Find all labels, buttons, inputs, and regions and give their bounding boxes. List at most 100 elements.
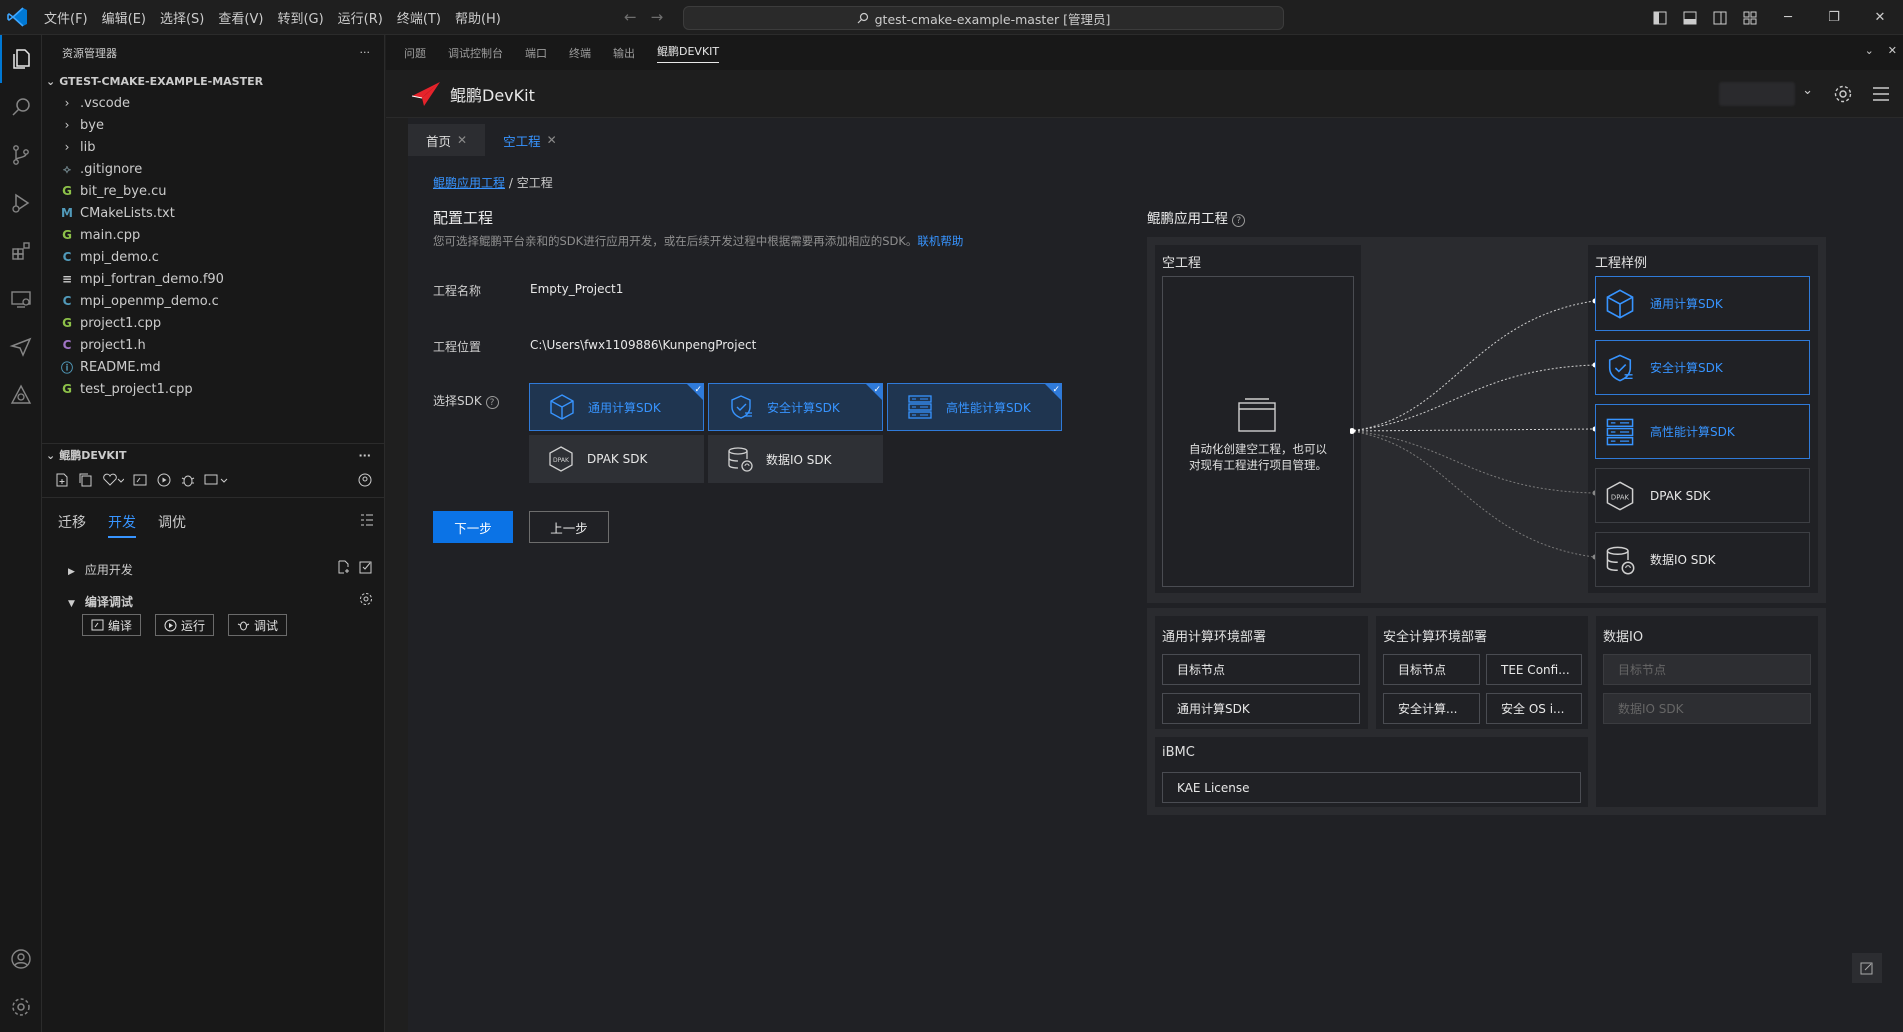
more-actions-icon[interactable]: ··· [358, 449, 371, 462]
tree-file[interactable]: ≡ mpi_fortran_demo.f90 [42, 268, 384, 290]
copy-file-icon[interactable] [78, 472, 94, 492]
more-actions-icon[interactable]: ··· [360, 46, 371, 59]
close-icon[interactable]: ✕ [457, 133, 467, 147]
sample-card-dataio[interactable]: 数据IO SDK [1595, 532, 1810, 587]
sdk-card-general[interactable]: 通用计算SDK ✓ [529, 383, 704, 431]
breadcrumb-link[interactable]: 鲲鹏应用工程 [433, 176, 505, 190]
compile-button[interactable]: 编译 [82, 614, 142, 636]
forward-arrow-icon[interactable]: → [651, 8, 664, 26]
online-help-link[interactable]: 联机帮助 [917, 234, 963, 248]
customize-layout-icon[interactable] [1740, 8, 1760, 28]
feedback-button[interactable] [1852, 953, 1882, 983]
tab-debug-console[interactable]: 调试控制台 [448, 45, 503, 61]
account-icon[interactable] [357, 472, 373, 492]
accounts-icon[interactable] [0, 935, 42, 983]
menu-run[interactable]: 运行(R) [332, 4, 389, 31]
explorer-icon[interactable] [0, 35, 42, 83]
sample-card-secure[interactable]: 安全计算SDK [1595, 340, 1810, 395]
settings-gear-icon[interactable] [359, 592, 373, 610]
run-icon[interactable] [156, 472, 172, 492]
tree-item-app-dev[interactable]: ▶ 应用开发 [42, 558, 385, 580]
toggle-panel-icon[interactable] [1680, 8, 1700, 28]
command-center[interactable]: gtest-cmake-example-master [管理员] [683, 6, 1284, 30]
extensions-icon[interactable] [0, 227, 42, 275]
help-circle-icon[interactable]: ? [1232, 214, 1246, 227]
search-icon[interactable] [0, 83, 42, 131]
sdk-card-hpc[interactable]: 高性能计算SDK ✓ [887, 383, 1062, 431]
list-view-icon[interactable] [359, 512, 375, 538]
settings-gear-icon[interactable] [1833, 84, 1853, 108]
manage-gear-icon[interactable] [0, 983, 42, 1031]
chevron-down-icon[interactable]: ⌄ [1802, 83, 1813, 98]
page-tab-empty-project[interactable]: 空工程 ✕ [485, 124, 575, 156]
env-secure-target-node[interactable]: 目标节点 [1383, 654, 1480, 685]
menu-go[interactable]: 转到(G) [271, 4, 329, 31]
menu-selection[interactable]: 选择(S) [154, 4, 210, 31]
run-debug-icon[interactable] [0, 179, 42, 227]
tree-file[interactable]: Gproject1.cpp [42, 312, 384, 334]
sample-card-hpc[interactable]: 高性能计算SDK [1595, 404, 1810, 459]
sample-card-general[interactable]: 通用计算SDK [1595, 276, 1810, 331]
sdk-card-secure[interactable]: 安全计算SDK ✓ [708, 383, 883, 431]
menu-view[interactable]: 查看(V) [212, 4, 269, 31]
env-secure-tee-config[interactable]: TEE Confi... [1486, 654, 1582, 685]
tree-file[interactable]: ⓘ README.md [42, 356, 384, 378]
tree-file[interactable]: Cmpi_openmp_demo.c [42, 290, 384, 312]
restore-button[interactable]: ❐ [1811, 0, 1857, 35]
tab-develop[interactable]: 开发 [108, 512, 136, 538]
tab-problems[interactable]: 问题 [404, 45, 426, 61]
tree-folder[interactable]: › .vscode [42, 92, 384, 114]
previous-step-button[interactable]: 上一步 [529, 511, 609, 543]
tab-ports[interactable]: 端口 [525, 45, 547, 61]
close-panel-icon[interactable]: ✕ [1888, 44, 1897, 57]
next-step-button[interactable]: 下一步 [433, 511, 513, 543]
tree-file[interactable]: Gmain.cpp [42, 224, 384, 246]
env-general-target-node[interactable]: 目标节点 [1162, 654, 1360, 685]
devkit-section-header[interactable]: ⌄ 鲲鹏DEVKIT ··· [42, 444, 385, 466]
toggle-secondary-sidebar-icon[interactable] [1710, 8, 1730, 28]
tree-file[interactable]: Cproject1.h [42, 334, 384, 356]
heart-icon[interactable] [102, 472, 125, 492]
env-general-sdk[interactable]: 通用计算SDK [1162, 693, 1360, 724]
help-circle-icon[interactable]: ? [485, 396, 499, 409]
close-icon[interactable]: ✕ [547, 133, 557, 147]
toggle-sidebar-icon[interactable] [1650, 8, 1670, 28]
debug-button[interactable]: 调试 [228, 614, 288, 636]
new-project-icon[interactable] [337, 560, 351, 578]
tree-file[interactable]: Gtest_project1.cpp [42, 378, 384, 400]
tab-terminal[interactable]: 终端 [569, 45, 591, 61]
tree-file[interactable]: Gbit_re_bye.cu [42, 180, 384, 202]
chevron-down-icon[interactable]: ⌄ [1865, 44, 1874, 57]
env-secure-os[interactable]: 安全 OS i... [1486, 693, 1582, 724]
tree-file[interactable]: ⟡ .gitignore [42, 158, 384, 180]
open-project-icon[interactable] [359, 560, 373, 578]
menu-edit[interactable]: 编辑(E) [96, 4, 152, 31]
close-window-button[interactable]: ✕ [1857, 0, 1903, 35]
kunpeng-tools-icon[interactable] [0, 371, 42, 419]
tree-folder[interactable]: › lib [42, 136, 384, 158]
sdk-card-dataio[interactable]: 数据IO SDK [708, 435, 883, 483]
deploy-icon[interactable] [204, 472, 228, 492]
tab-migrate[interactable]: 迁移 [58, 512, 86, 538]
tree-item-build-debug[interactable]: ▼ 编译调试 [42, 590, 385, 612]
tree-file[interactable]: M CMakeLists.txt [42, 202, 384, 224]
sdk-card-dpak[interactable]: DPAK DPAK SDK [529, 435, 704, 483]
back-arrow-icon[interactable]: ← [624, 8, 637, 26]
hamburger-menu-icon[interactable] [1871, 84, 1891, 108]
new-file-icon[interactable] [54, 472, 70, 492]
user-avatar-blurred[interactable] [1719, 82, 1795, 106]
kunpeng-devkit-icon[interactable] [0, 323, 42, 371]
folder-header[interactable]: ⌄ GTEST-CMAKE-EXAMPLE-MASTER [42, 70, 384, 92]
page-tab-home[interactable]: 首页 ✕ [408, 124, 486, 156]
menu-help[interactable]: 帮助(H) [449, 4, 507, 31]
debug-bug-icon[interactable] [180, 472, 196, 492]
tree-file[interactable]: Cmpi_demo.c [42, 246, 384, 268]
project-name-field[interactable]: Empty_Project1 [530, 282, 623, 296]
menu-terminal[interactable]: 终端(T) [391, 4, 447, 31]
run-button[interactable]: 运行 [155, 614, 215, 636]
sample-card-dpak[interactable]: DPAK DPAK SDK [1595, 468, 1810, 523]
env-secure-compute[interactable]: 安全计算... [1383, 693, 1480, 724]
remote-explorer-icon[interactable] [0, 275, 42, 323]
env-ibmc-kae-license[interactable]: KAE License [1162, 772, 1581, 803]
menu-file[interactable]: 文件(F) [38, 4, 94, 31]
